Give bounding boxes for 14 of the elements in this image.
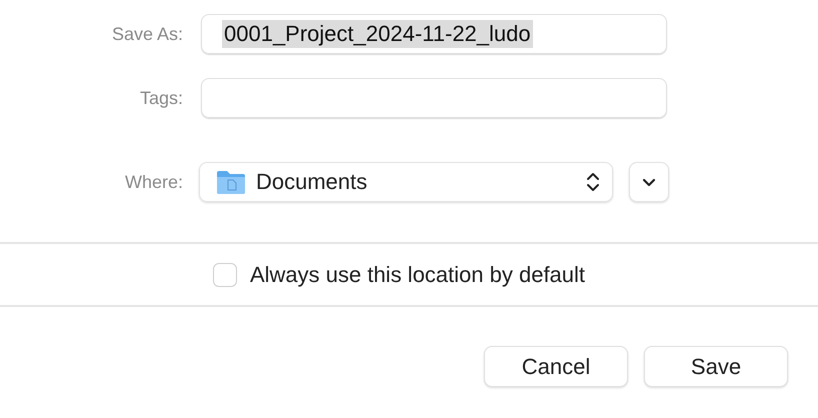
location-popup[interactable]: Documents <box>199 162 613 202</box>
folder-icon <box>216 169 246 195</box>
save-button[interactable]: Save <box>644 346 788 387</box>
stepper-icon <box>586 170 600 194</box>
filename-field[interactable]: 0001_Project_2024-11-22_ludo <box>201 14 667 54</box>
checkbox-label: Always use this location by default <box>250 262 586 288</box>
cancel-button[interactable]: Cancel <box>484 346 628 387</box>
expand-button[interactable] <box>629 162 669 202</box>
tags-field[interactable] <box>201 78 667 118</box>
field-label: Tags: <box>138 88 184 108</box>
field-label: Save As: <box>110 24 184 44</box>
chevron-down-icon <box>642 178 656 186</box>
field-label: Where: <box>124 172 184 192</box>
checkbox[interactable] <box>212 262 237 286</box>
